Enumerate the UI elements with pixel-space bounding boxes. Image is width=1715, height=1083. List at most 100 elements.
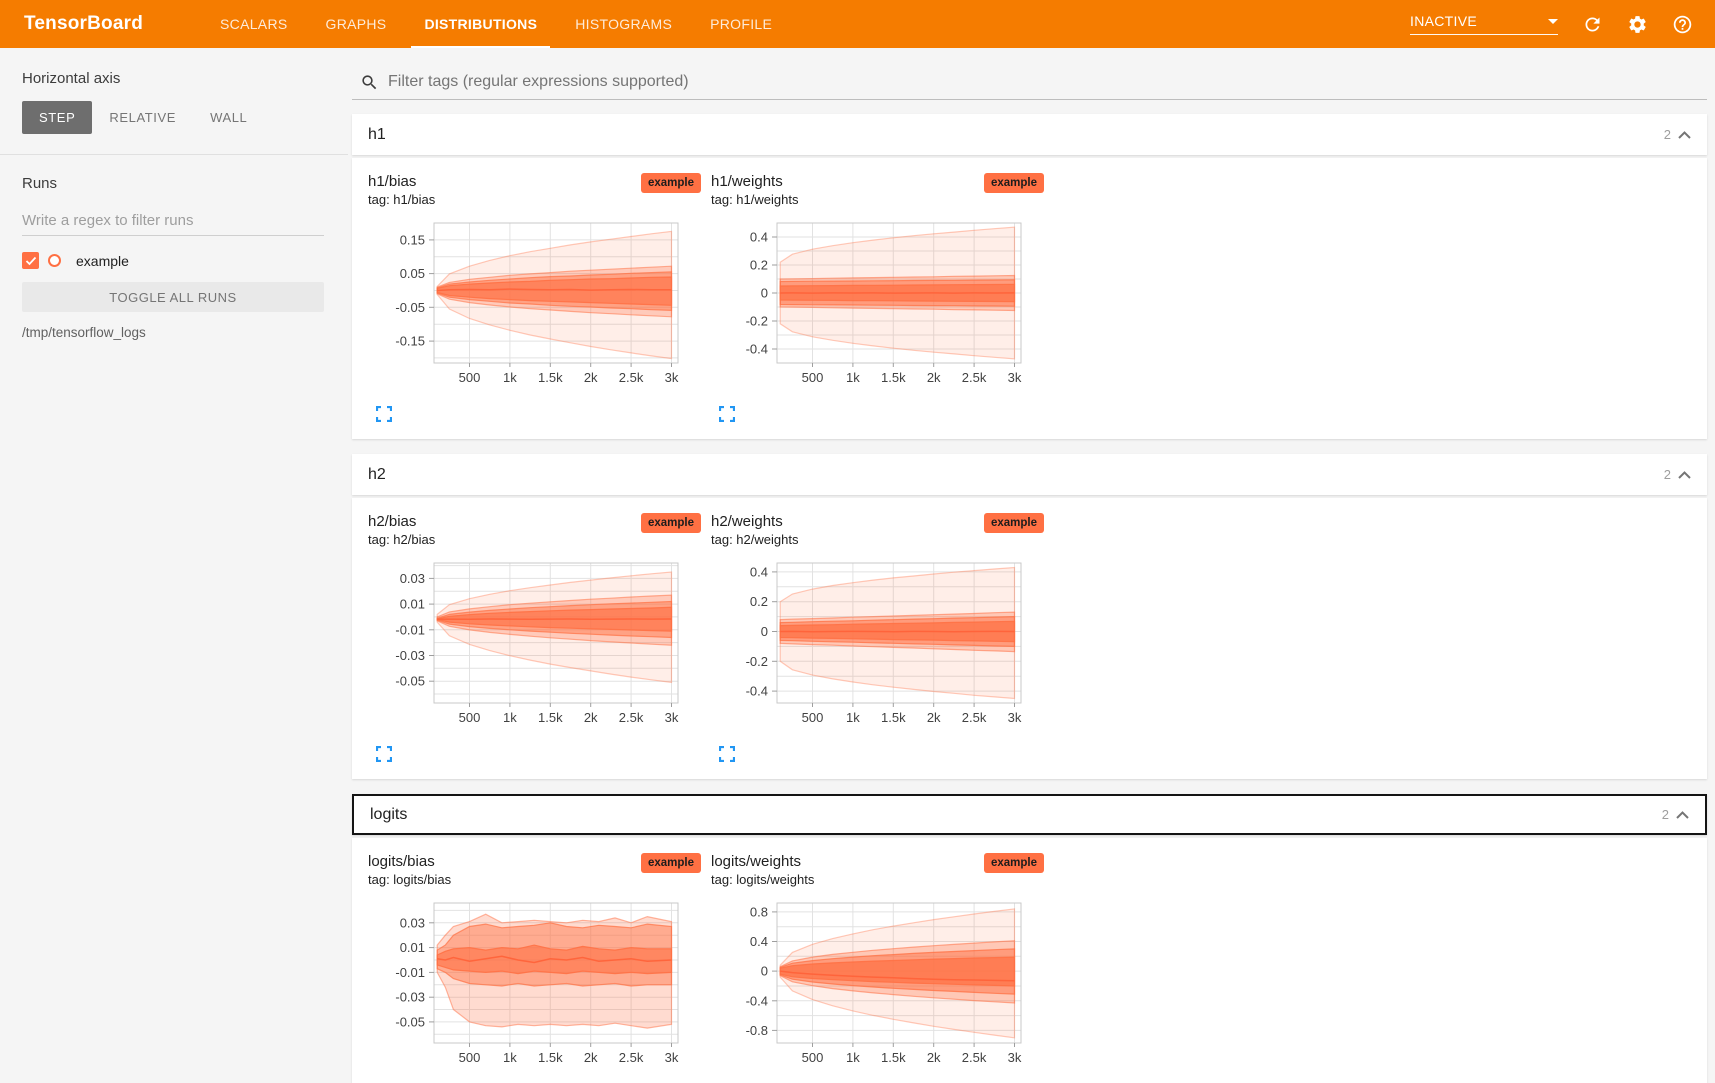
chart-card-h2-weights: h2/weightstag: h2/weightsexample0.40.20-… xyxy=(711,513,1044,771)
tab-scalars[interactable]: SCALARS xyxy=(201,0,306,48)
chart-title: h1/bias xyxy=(368,173,435,191)
svg-text:2.5k: 2.5k xyxy=(619,370,644,385)
category-body: h2/biastag: h2/bias example 0.03 0.01 -0.01 -… xyxy=(352,498,1707,779)
chart-tag: tag: h1/bias xyxy=(368,192,435,207)
svg-text:2.5k: 2.5k xyxy=(962,710,987,725)
svg-text:0.2: 0.2 xyxy=(750,258,768,273)
category-count: 2 xyxy=(1664,127,1671,142)
svg-text:1.5k: 1.5k xyxy=(538,370,563,385)
svg-text:0.03: 0.03 xyxy=(400,571,425,586)
chart-header: logits/biastag: logits/bias example xyxy=(368,853,701,887)
horizontal-axis-label: Horizontal axis xyxy=(22,70,348,87)
category-count: 2 xyxy=(1664,467,1671,482)
runs-regex-input[interactable] xyxy=(22,208,324,236)
refresh-icon[interactable] xyxy=(1582,14,1603,35)
expand-chart-button[interactable] xyxy=(719,746,735,765)
svg-text:2.5k: 2.5k xyxy=(962,370,987,385)
axis-option-wall[interactable]: WALL xyxy=(193,101,264,134)
run-checkbox[interactable] xyxy=(22,252,39,269)
chart-tag: tag: logits/weights xyxy=(711,872,814,887)
svg-text:1.5k: 1.5k xyxy=(538,1050,563,1065)
svg-text:2k: 2k xyxy=(584,1050,598,1065)
distribution-chart: 0.030.01-0.01-0.03-0.055001k1.5k2k2.5k3k xyxy=(368,895,701,1078)
help-icon[interactable] xyxy=(1672,14,1693,35)
category-header-right: 2 xyxy=(1664,466,1691,484)
svg-text:2k: 2k xyxy=(927,1050,941,1065)
navbar-tabs: SCALARSGRAPHSDISTRIBUTIONSHISTOGRAMSPROF… xyxy=(201,0,791,48)
chart-title-block: logits/biastag: logits/bias xyxy=(368,853,451,887)
svg-text:-0.05: -0.05 xyxy=(395,1014,425,1029)
svg-text:1.5k: 1.5k xyxy=(881,710,906,725)
run-color-swatch[interactable] xyxy=(48,254,61,267)
axis-option-step[interactable]: STEP xyxy=(22,101,92,134)
expand-chart-button[interactable] xyxy=(376,746,392,765)
axis-option-relative[interactable]: RELATIVE xyxy=(92,101,193,134)
distribution-chart: 0.030.01-0.01-0.03-0.055001k1.5k2k2.5k3k xyxy=(368,555,701,738)
svg-text:3k: 3k xyxy=(1008,710,1022,725)
collapse-chevron-icon[interactable] xyxy=(1678,466,1691,484)
chart-tag: tag: h1/weights xyxy=(711,192,798,207)
svg-text:0.05: 0.05 xyxy=(400,266,425,281)
status-dropdown-value: INACTIVE xyxy=(1410,13,1477,29)
collapse-chevron-icon[interactable] xyxy=(1678,126,1691,144)
svg-text:0.8: 0.8 xyxy=(750,904,768,919)
svg-text:-0.05: -0.05 xyxy=(395,300,425,315)
category-h1: h12h1/biastag: h1/biasexample0.150.05-0.… xyxy=(352,114,1707,439)
chart-title-block: h1/biastag: h1/bias xyxy=(368,173,435,207)
expand-chart-button[interactable] xyxy=(376,406,392,425)
runs-list: example xyxy=(22,252,348,269)
runs-label: Runs xyxy=(22,175,348,192)
toggle-all-runs-button[interactable]: TOGGLE ALL RUNS xyxy=(22,282,324,312)
category-header-h2[interactable]: h22 xyxy=(352,454,1707,495)
category-count: 2 xyxy=(1662,807,1669,822)
run-badge: example xyxy=(641,853,701,873)
tag-filter-bar xyxy=(352,58,1707,100)
svg-text:-0.05: -0.05 xyxy=(395,674,425,689)
svg-text:500: 500 xyxy=(802,710,824,725)
svg-text:-0.2: -0.2 xyxy=(746,654,768,669)
category-header-h1[interactable]: h1 2 xyxy=(352,114,1707,155)
chart-title-block: h2/weightstag: h2/weights xyxy=(711,513,798,547)
svg-text:0.01: 0.01 xyxy=(400,940,425,955)
chart-title: h2/bias xyxy=(368,513,435,531)
horizontal-axis-toggle-group: STEPRELATIVEWALL xyxy=(22,101,348,134)
run-badge: example xyxy=(984,853,1044,873)
status-dropdown[interactable]: INACTIVE xyxy=(1410,13,1558,35)
chart-title-block: h2/biastag: h2/bias xyxy=(368,513,435,547)
svg-text:0.2: 0.2 xyxy=(750,594,768,609)
category-body: logits/biastag: logits/biasexample0.030.… xyxy=(352,838,1707,1083)
svg-text:0: 0 xyxy=(761,286,768,301)
tab-histograms[interactable]: HISTOGRAMS xyxy=(556,0,691,48)
svg-text:-0.01: -0.01 xyxy=(395,622,425,637)
category-header-logits[interactable]: logits2 xyxy=(352,794,1707,835)
collapse-chevron-icon[interactable] xyxy=(1676,806,1689,824)
svg-text:500: 500 xyxy=(459,710,481,725)
svg-text:-0.4: -0.4 xyxy=(746,993,768,1008)
svg-text:1.5k: 1.5k xyxy=(881,1050,906,1065)
tab-distributions[interactable]: DISTRIBUTIONS xyxy=(405,0,556,48)
svg-text:0.01: 0.01 xyxy=(400,597,425,612)
chart-tag: tag: h2/weights xyxy=(711,532,798,547)
category-name: h1 xyxy=(368,126,386,144)
chart-header: h1/weightstag: h1/weightsexample xyxy=(711,173,1044,207)
left-sidebar: Horizontal axis STEPRELATIVEWALL Runs ex… xyxy=(0,48,348,1083)
tab-profile[interactable]: PROFILE xyxy=(691,0,791,48)
settings-gear-icon[interactable] xyxy=(1627,14,1648,35)
main-content: h12h1/biastag: h1/biasexample0.150.05-0.… xyxy=(348,48,1715,1083)
svg-text:-0.03: -0.03 xyxy=(395,648,425,663)
chart-title-block: h1/weightstag: h1/weights xyxy=(711,173,798,207)
tab-graphs[interactable]: GRAPHS xyxy=(307,0,406,48)
svg-text:-0.4: -0.4 xyxy=(746,684,768,699)
svg-text:3k: 3k xyxy=(665,370,679,385)
top-navbar: TensorBoard SCALARSGRAPHSDISTRIBUTIONSHI… xyxy=(0,0,1715,48)
svg-text:2.5k: 2.5k xyxy=(619,710,644,725)
chart-card-logits-weights: logits/weightstag: logits/weightsexample… xyxy=(711,853,1044,1083)
svg-text:3k: 3k xyxy=(665,710,679,725)
svg-text:0: 0 xyxy=(761,624,768,639)
svg-text:1k: 1k xyxy=(503,370,517,385)
tag-filter-input[interactable] xyxy=(388,73,1699,99)
chart-header: h2/weightstag: h2/weights example xyxy=(711,513,1044,547)
svg-text:2k: 2k xyxy=(584,370,598,385)
run-badge: example xyxy=(984,513,1044,533)
expand-chart-button[interactable] xyxy=(719,406,735,425)
